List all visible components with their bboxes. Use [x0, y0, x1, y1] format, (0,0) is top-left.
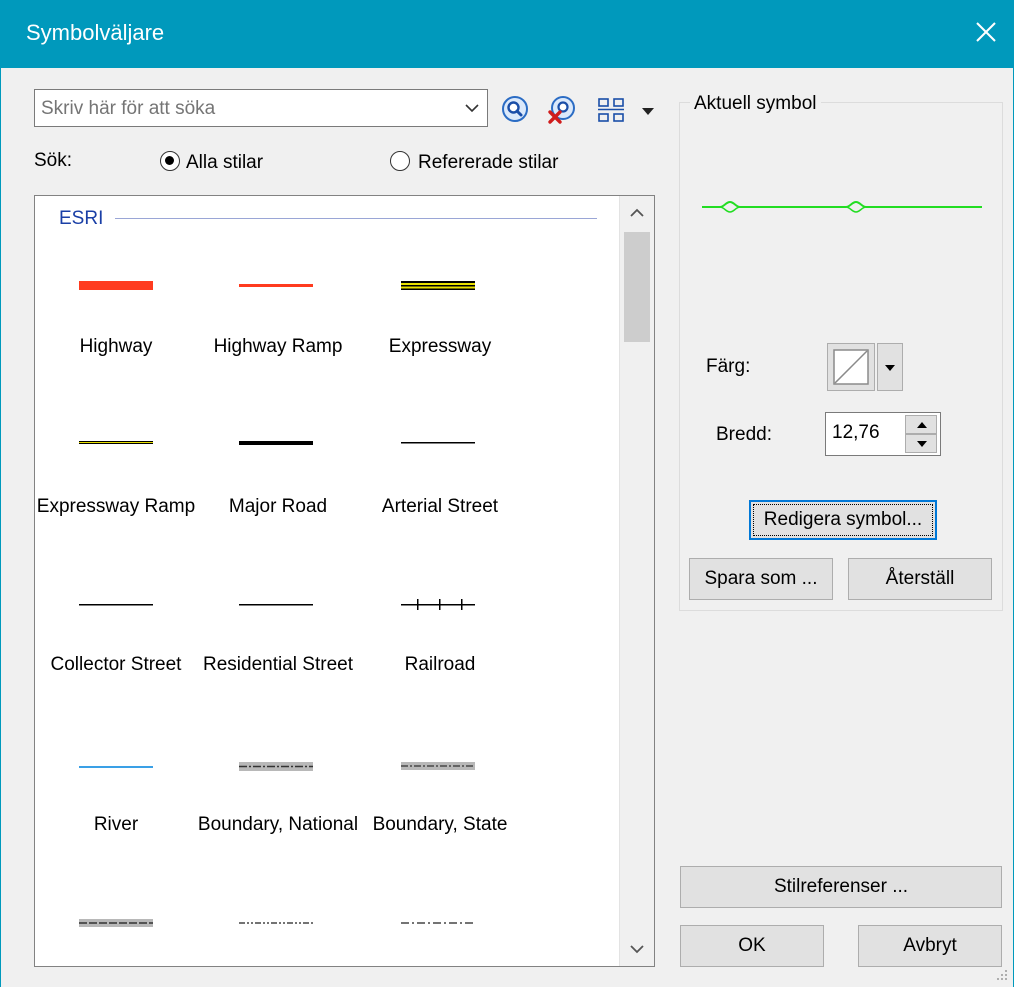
- symbol-name: Highway Ramp: [213, 336, 343, 357]
- scrollbar-thumb[interactable]: [624, 232, 650, 342]
- radio-referenced-styles-label[interactable]: Refererade stilar: [418, 152, 558, 174]
- save-as-button[interactable]: Spara som ...: [689, 558, 833, 600]
- search-scope-label: Sök:: [34, 150, 73, 171]
- resize-grip-icon[interactable]: [994, 967, 1008, 981]
- highway-symbol-icon: [79, 281, 153, 290]
- symbol-name: Boundary, National: [197, 814, 359, 835]
- reset-button-label: Återställ: [885, 568, 955, 589]
- grid-view-icon[interactable]: [596, 96, 630, 126]
- major-road-symbol-icon: [239, 441, 313, 445]
- arterial-street-symbol-icon: [401, 442, 475, 444]
- symbol-name: Highway: [79, 336, 153, 357]
- color-picker-button[interactable]: [827, 343, 875, 391]
- chevron-down-icon: [885, 365, 895, 371]
- symbol-item[interactable]: Boundary, State: [359, 748, 521, 868]
- symbol-item[interactable]: Arterial Street: [359, 424, 521, 544]
- railroad-symbol-icon: [401, 599, 475, 610]
- symbol-item[interactable]: [197, 906, 359, 966]
- width-label: Bredd:: [716, 424, 772, 445]
- cancel-button-label: Avbryt: [903, 935, 957, 956]
- collector-street-symbol-icon: [79, 604, 153, 606]
- symbol-item[interactable]: Boundary, National: [197, 748, 359, 868]
- symbol-item[interactable]: Highway: [35, 266, 197, 376]
- symbol-item[interactable]: Collector Street: [35, 586, 197, 706]
- arrow-down-icon: [917, 441, 927, 447]
- symbol-item[interactable]: [359, 906, 521, 966]
- search-input[interactable]: [39, 94, 453, 124]
- symbol-item[interactable]: River: [35, 748, 197, 868]
- cancel-button[interactable]: Avbryt: [858, 925, 1002, 967]
- chevron-down-icon[interactable]: [463, 99, 481, 117]
- symbol-name: Collector Street: [50, 654, 182, 675]
- search-combobox[interactable]: [34, 89, 488, 127]
- symbol-name: Railroad: [404, 654, 476, 675]
- radio-all-styles[interactable]: [160, 151, 180, 171]
- symbol-name: Residential Street: [203, 654, 353, 675]
- color-swatch-icon: [833, 349, 869, 385]
- symbol-item[interactable]: Residential Street: [197, 586, 359, 706]
- vertical-scrollbar[interactable]: [619, 196, 654, 966]
- spin-up-button[interactable]: [905, 415, 937, 434]
- boundary-dash-dot-symbol-icon: [401, 922, 475, 924]
- clear-search-icon[interactable]: [546, 94, 578, 126]
- symbol-list[interactable]: ESRI Highway Highway Ramp Expressway Exp…: [34, 195, 655, 967]
- symbol-name: Major Road: [228, 496, 328, 517]
- symbol-name: Expressway: [388, 336, 492, 357]
- group-label: ESRI: [59, 208, 104, 229]
- radio-all-styles-label[interactable]: Alla stilar: [186, 152, 263, 174]
- color-dropdown-button[interactable]: [877, 343, 903, 391]
- boundary-national-symbol-icon: [239, 762, 313, 771]
- arrow-up-icon: [917, 422, 927, 428]
- symbol-item[interactable]: Railroad: [359, 586, 521, 706]
- boundary-symbol-icon: [79, 919, 153, 927]
- highway-ramp-symbol-icon: [239, 284, 313, 287]
- search-icon[interactable]: [500, 94, 530, 124]
- save-as-button-label: Spara som ...: [704, 568, 818, 589]
- symbol-name: Expressway Ramp: [36, 496, 196, 517]
- symbol-name: Arterial Street: [381, 496, 499, 517]
- current-symbol-title: Aktuell symbol: [690, 93, 821, 115]
- view-dropdown-icon[interactable]: [640, 104, 656, 118]
- style-references-button-label: Stilreferenser ...: [773, 876, 909, 897]
- residential-street-symbol-icon: [239, 604, 313, 606]
- symbol-item[interactable]: Major Road: [197, 424, 359, 544]
- symbol-name: Boundary, State: [372, 814, 508, 835]
- symbol-item[interactable]: Expressway: [359, 266, 521, 376]
- expressway-ramp-symbol-icon: [79, 441, 153, 444]
- spin-down-button[interactable]: [905, 434, 937, 453]
- edit-symbol-button[interactable]: Redigera symbol...: [749, 500, 937, 540]
- width-stepper[interactable]: [825, 412, 941, 456]
- boundary-state-symbol-icon: [401, 762, 475, 770]
- symbol-item[interactable]: Highway Ramp: [197, 266, 359, 376]
- scroll-up-icon[interactable]: [620, 196, 654, 230]
- river-symbol-icon: [79, 766, 153, 768]
- expressway-symbol-icon: [401, 281, 475, 290]
- symbol-preview: [702, 200, 982, 213]
- radio-referenced-styles[interactable]: [390, 151, 410, 171]
- close-icon[interactable]: [968, 14, 1004, 50]
- ok-button[interactable]: OK: [680, 925, 824, 967]
- color-label: Färg:: [706, 356, 751, 377]
- ok-button-label: OK: [738, 935, 766, 956]
- title-bar: Symbolväljare: [0, 0, 1014, 68]
- symbol-name: River: [93, 814, 139, 835]
- boundary-dashed-symbol-icon: [239, 922, 313, 924]
- symbol-item[interactable]: [35, 906, 197, 966]
- group-divider: [115, 218, 597, 219]
- scroll-down-icon[interactable]: [620, 932, 654, 966]
- window-title: Symbolväljare: [26, 20, 165, 45]
- reset-button[interactable]: Återställ: [848, 558, 992, 600]
- symbol-item[interactable]: Expressway Ramp: [35, 424, 197, 544]
- width-input[interactable]: [830, 421, 904, 445]
- style-references-button[interactable]: Stilreferenser ...: [680, 866, 1002, 908]
